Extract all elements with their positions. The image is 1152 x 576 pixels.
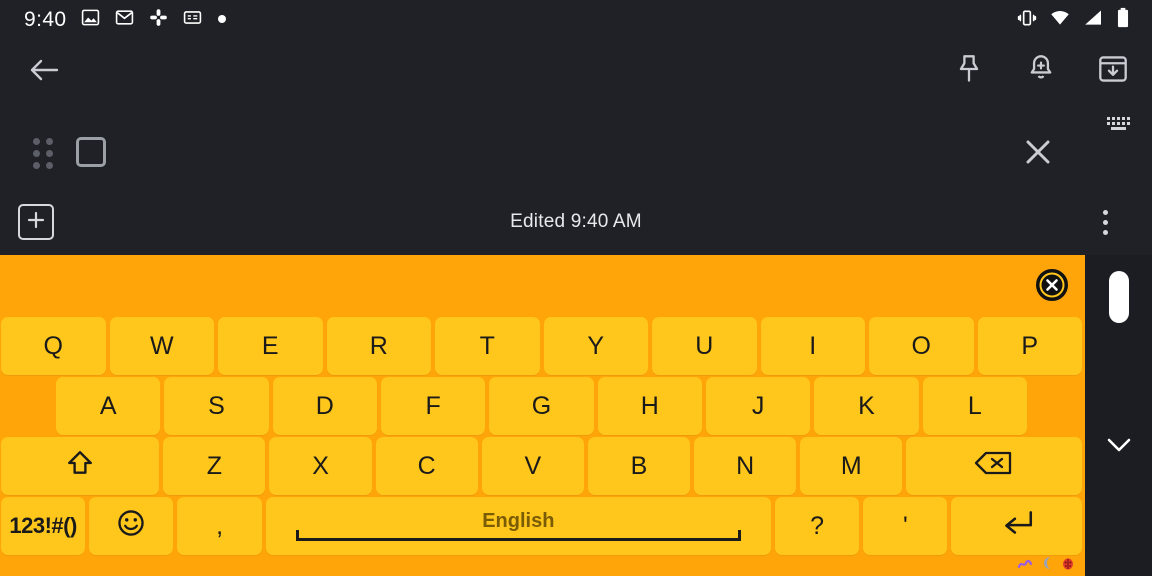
key-symbols[interactable]: 123!#() xyxy=(1,497,86,555)
emoji-smiley-icon xyxy=(116,508,146,545)
note-action-bar: Edited 9:40 AM xyxy=(0,190,1152,254)
slack-icon xyxy=(149,8,168,32)
space-bracket-indicator xyxy=(295,530,741,541)
keyboard-row-3: Z X C V B N M xyxy=(0,437,1085,495)
backspace-icon xyxy=(974,450,1014,483)
key-shift[interactable] xyxy=(1,437,160,495)
reminder-button[interactable] xyxy=(1018,48,1064,94)
key-e[interactable]: E xyxy=(218,317,323,375)
key-n[interactable]: N xyxy=(694,437,797,495)
key-q[interactable]: Q xyxy=(1,317,106,375)
google-news-icon xyxy=(183,8,202,32)
key-d[interactable]: D xyxy=(272,377,377,435)
key-s[interactable]: S xyxy=(164,377,269,435)
keyboard-mini-icons xyxy=(0,554,1085,576)
key-f[interactable]: F xyxy=(380,377,486,435)
edited-timestamp: Edited 9:40 AM xyxy=(510,211,642,232)
key-space[interactable]: English xyxy=(265,497,771,555)
key-emoji[interactable] xyxy=(89,497,174,555)
close-button[interactable] xyxy=(1016,132,1060,176)
app-bar-actions xyxy=(946,48,1136,94)
key-enter[interactable] xyxy=(951,497,1082,555)
status-bar-clock: 9:40 xyxy=(24,8,67,31)
pin-button[interactable] xyxy=(946,48,992,94)
key-u[interactable]: U xyxy=(652,317,757,375)
key-k[interactable]: K xyxy=(814,377,919,435)
gmail-icon xyxy=(115,8,134,32)
key-g[interactable]: G xyxy=(489,377,594,435)
right-side-panel xyxy=(1085,255,1152,576)
keyboard-row-1: Q W E R T Y U I O P xyxy=(0,317,1085,375)
enter-icon xyxy=(999,509,1035,544)
vibrate-icon xyxy=(1017,8,1037,33)
chevron-down-icon[interactable] xyxy=(1106,437,1132,453)
key-z[interactable]: Z xyxy=(163,437,266,495)
moon-icon[interactable] xyxy=(1040,556,1054,575)
more-options-button[interactable] xyxy=(1088,204,1122,240)
back-arrow-icon xyxy=(29,57,59,88)
square-checkbox-icon[interactable] xyxy=(76,137,106,167)
status-bar-left: 9:40 xyxy=(24,0,227,40)
key-t[interactable]: T xyxy=(435,317,540,375)
clear-suggestions-icon[interactable] xyxy=(1033,266,1071,304)
key-o[interactable]: O xyxy=(869,317,974,375)
archive-icon xyxy=(1098,55,1128,88)
key-h[interactable]: H xyxy=(597,377,702,435)
wifi-icon xyxy=(1049,8,1071,33)
cellular-signal-icon xyxy=(1083,8,1104,33)
key-i[interactable]: I xyxy=(760,317,865,375)
squiggle-icon[interactable] xyxy=(1017,556,1033,575)
key-w[interactable]: W xyxy=(109,317,214,375)
edit-row xyxy=(0,118,1152,188)
archive-button[interactable] xyxy=(1090,48,1136,94)
keyboard-row-2: A S D F G H J K L xyxy=(0,377,1085,435)
key-question[interactable]: ? xyxy=(775,497,860,555)
dot-icon xyxy=(217,11,227,29)
drag-handle-icon[interactable] xyxy=(30,137,58,170)
suggestion-strip xyxy=(0,255,1085,317)
key-r[interactable]: R xyxy=(326,317,431,375)
key-x[interactable]: X xyxy=(269,437,372,495)
app-bar xyxy=(0,40,1152,102)
phone-screen: 9:40 Edited 9:40 AM Q W E R T Y U I O P … xyxy=(0,0,1152,576)
shift-icon xyxy=(66,449,94,484)
key-l[interactable]: L xyxy=(922,377,1027,435)
photos-icon xyxy=(81,8,100,32)
back-button[interactable] xyxy=(22,50,66,94)
drag-pill-handle[interactable] xyxy=(1108,271,1129,323)
status-bar-right xyxy=(1017,0,1130,40)
keyboard-icon[interactable] xyxy=(1106,115,1132,135)
on-screen-keyboard: Q W E R T Y U I O P A S D F G H J K L Z … xyxy=(0,255,1085,576)
keyboard-row-4: 123!#() , English ? ' xyxy=(0,497,1085,555)
key-p[interactable]: P xyxy=(977,317,1082,375)
key-j[interactable]: J xyxy=(705,377,811,435)
reminder-bell-icon xyxy=(1027,54,1055,89)
pin-icon xyxy=(955,54,983,89)
battery-icon xyxy=(1116,7,1130,34)
key-apostrophe[interactable]: ' xyxy=(863,497,948,555)
key-c[interactable]: C xyxy=(375,437,478,495)
close-icon xyxy=(1023,137,1053,172)
ladybug-icon[interactable] xyxy=(1061,556,1075,575)
key-comma[interactable]: , xyxy=(177,497,262,555)
key-v[interactable]: V xyxy=(481,437,584,495)
key-b[interactable]: B xyxy=(587,437,691,495)
status-bar: 9:40 xyxy=(0,0,1152,40)
key-m[interactable]: M xyxy=(800,437,903,495)
key-a[interactable]: A xyxy=(56,377,161,435)
key-backspace[interactable] xyxy=(906,437,1082,495)
key-y[interactable]: Y xyxy=(543,317,648,375)
